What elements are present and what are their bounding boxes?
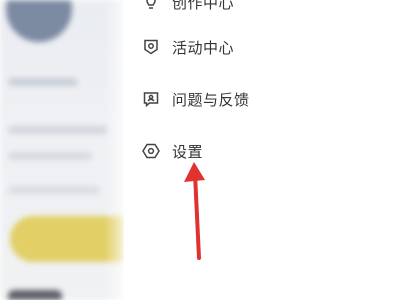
menu-item-feedback[interactable]: 问题与反馈	[142, 84, 250, 114]
annotation-arrow	[184, 162, 205, 260]
blurred-text	[8, 152, 92, 160]
blurred-text	[8, 186, 100, 194]
menu-item-label: 活动中心	[172, 38, 235, 57]
gear-icon	[142, 142, 160, 160]
badge-icon	[142, 38, 160, 56]
menu-item-activity-center[interactable]: 活动中心	[142, 32, 234, 62]
bulb-icon	[142, 0, 160, 11]
avatar	[6, 0, 72, 42]
blurred-element	[8, 290, 62, 300]
menu-item-label: 问题与反馈	[172, 90, 250, 109]
feedback-icon	[142, 90, 160, 108]
blurred-text	[8, 126, 108, 134]
menu-item-creation-center[interactable]: 创作中心	[142, 0, 234, 17]
side-drawer-menu: 创作中心 活动中心 问题与反馈 设置	[124, 0, 400, 300]
blurred-text	[8, 78, 78, 86]
menu-item-label: 创作中心	[172, 0, 235, 12]
